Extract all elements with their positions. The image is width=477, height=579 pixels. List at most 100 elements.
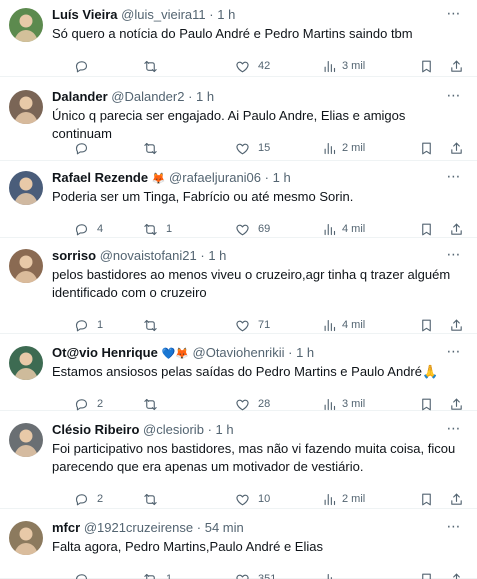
- more-options-icon[interactable]: ⋯: [445, 519, 463, 538]
- timestamp[interactable]: 1 h: [217, 7, 235, 22]
- reply-button[interactable]: [74, 139, 97, 157]
- reply-tweet[interactable]: Clésio Ribeiro @clesiorib · 1 h ⋯ Foi part…: [0, 411, 477, 509]
- separator-dot: ·: [264, 170, 269, 185]
- avatar[interactable]: [9, 521, 43, 555]
- user-handle[interactable]: @rafaeljurani06: [169, 170, 261, 185]
- more-options-icon[interactable]: ⋯: [445, 421, 463, 440]
- share-button[interactable]: [449, 57, 464, 75]
- views-icon: [322, 222, 337, 237]
- share-button[interactable]: [449, 316, 464, 334]
- user-handle[interactable]: @novaistofani21: [100, 248, 197, 263]
- retweet-button[interactable]: [143, 490, 166, 508]
- views-icon: [322, 59, 337, 74]
- user-handle[interactable]: @clesiorib: [143, 422, 204, 437]
- reply-button[interactable]: 4: [74, 220, 103, 238]
- display-name[interactable]: mfcr: [52, 520, 80, 535]
- retweet-button[interactable]: [143, 316, 166, 334]
- user-handle[interactable]: @Otaviohenrikii: [193, 345, 285, 360]
- reply-button[interactable]: [74, 570, 97, 579]
- separator-dot: ·: [196, 520, 202, 535]
- user-handle[interactable]: @luis_vieira11: [121, 7, 206, 22]
- share-button[interactable]: [449, 139, 464, 157]
- bookmark-button[interactable]: [419, 139, 434, 157]
- timestamp[interactable]: 1 h: [216, 422, 234, 437]
- views-button[interactable]: [322, 570, 342, 579]
- avatar[interactable]: [9, 249, 43, 283]
- like-button[interactable]: 351: [235, 570, 276, 579]
- like-button[interactable]: 10: [235, 490, 270, 508]
- retweet-button[interactable]: 1: [143, 570, 172, 579]
- like-icon: [235, 141, 250, 156]
- share-icon: [449, 59, 464, 74]
- reply-tweet[interactable]: Rafael Rezende 🦊 @rafaeljurani06 · 1 h ⋯ P…: [0, 161, 477, 238]
- reply-button[interactable]: [74, 57, 97, 75]
- like-button[interactable]: 42: [235, 57, 270, 75]
- retweet-button[interactable]: [143, 139, 166, 157]
- bookmark-button[interactable]: [419, 570, 434, 579]
- reply-tweet[interactable]: sorriso @novaistofani21 · 1 h ⋯ pelos bast…: [0, 238, 477, 334]
- retweet-icon: [143, 141, 158, 156]
- bookmark-button[interactable]: [419, 316, 434, 334]
- like-button[interactable]: 71: [235, 316, 270, 334]
- retweet-icon: [143, 222, 158, 237]
- more-options-icon[interactable]: ⋯: [445, 169, 463, 188]
- tweet-text: Estamos ansiosos pelas saídas do Pedro M…: [52, 364, 439, 379]
- display-name[interactable]: Ot@vio Henrique: [52, 345, 158, 360]
- reply-icon: [74, 492, 89, 507]
- views-button[interactable]: 4 mil: [322, 316, 365, 334]
- tweet-header: mfcr @1921cruzeirense · 54 min: [52, 519, 437, 537]
- tweet-text: Único q parecia ser engajado. Ai Paulo A…: [52, 108, 406, 141]
- more-options-icon[interactable]: ⋯: [445, 247, 463, 266]
- bookmark-icon: [419, 59, 434, 74]
- bookmark-button[interactable]: [419, 57, 434, 75]
- timestamp[interactable]: 1 h: [273, 170, 291, 185]
- user-handle[interactable]: @1921cruzeirense: [84, 520, 193, 535]
- views-button[interactable]: 2 mil: [322, 139, 365, 157]
- retweet-button[interactable]: [143, 57, 166, 75]
- like-button[interactable]: 15: [235, 139, 270, 157]
- reply-count: 4: [97, 223, 104, 235]
- more-options-icon[interactable]: ⋯: [445, 88, 463, 107]
- reply-tweet[interactable]: mfcr @1921cruzeirense · 54 min ⋯ Falta ago…: [0, 509, 477, 579]
- timestamp[interactable]: 1 h: [208, 248, 226, 263]
- avatar[interactable]: [9, 90, 43, 124]
- like-count: 69: [258, 223, 271, 235]
- bookmark-button[interactable]: [419, 220, 434, 238]
- views-button[interactable]: 3 mil: [322, 57, 365, 75]
- display-name[interactable]: Dalander: [52, 89, 108, 104]
- tweet-header: Rafael Rezende 🦊 @rafaeljurani06 · 1 h: [52, 169, 437, 187]
- retweet-button[interactable]: 1: [143, 220, 172, 238]
- views-icon: [322, 397, 337, 412]
- action-bar: 1 351: [52, 570, 477, 579]
- reply-tweet[interactable]: Dalander @Dalander2 · 1 h ⋯ Único q pareci…: [0, 77, 477, 161]
- views-button[interactable]: 4 mil: [322, 220, 365, 238]
- tweet-header: sorriso @novaistofani21 · 1 h: [52, 247, 437, 265]
- like-count: 10: [258, 493, 271, 505]
- reply-button[interactable]: 2: [74, 490, 103, 508]
- bookmark-button[interactable]: [419, 490, 434, 508]
- timestamp[interactable]: 1 h: [196, 89, 214, 104]
- display-name[interactable]: Rafael Rezende: [52, 170, 148, 185]
- avatar[interactable]: [9, 171, 43, 205]
- display-name[interactable]: sorriso: [52, 248, 96, 263]
- reply-tweet[interactable]: Luís Vieira @luis_vieira11 · 1 h ⋯ Só quer…: [0, 0, 477, 77]
- share-button[interactable]: [449, 220, 464, 238]
- user-handle[interactable]: @Dalander2: [111, 89, 184, 104]
- display-name[interactable]: Clésio Ribeiro: [52, 422, 139, 437]
- timestamp[interactable]: 54 min: [205, 520, 244, 535]
- share-button[interactable]: [449, 570, 464, 579]
- views-button[interactable]: 2 mil: [322, 490, 365, 508]
- share-button[interactable]: [449, 490, 464, 508]
- display-name[interactable]: Luís Vieira: [52, 7, 118, 22]
- avatar[interactable]: [9, 8, 43, 42]
- reply-button[interactable]: 1: [74, 316, 103, 334]
- timestamp[interactable]: 1 h: [296, 345, 314, 360]
- avatar[interactable]: [9, 346, 43, 380]
- more-options-icon[interactable]: ⋯: [445, 6, 463, 25]
- name-emoji: 🦊: [151, 173, 166, 185]
- more-options-icon[interactable]: ⋯: [445, 344, 463, 363]
- avatar[interactable]: [9, 423, 43, 457]
- bookmark-icon: [419, 141, 434, 156]
- reply-tweet[interactable]: Ot@vio Henrique 💙🦊 @Otaviohenrikii · 1 h…: [0, 334, 477, 411]
- like-button[interactable]: 69: [235, 220, 270, 238]
